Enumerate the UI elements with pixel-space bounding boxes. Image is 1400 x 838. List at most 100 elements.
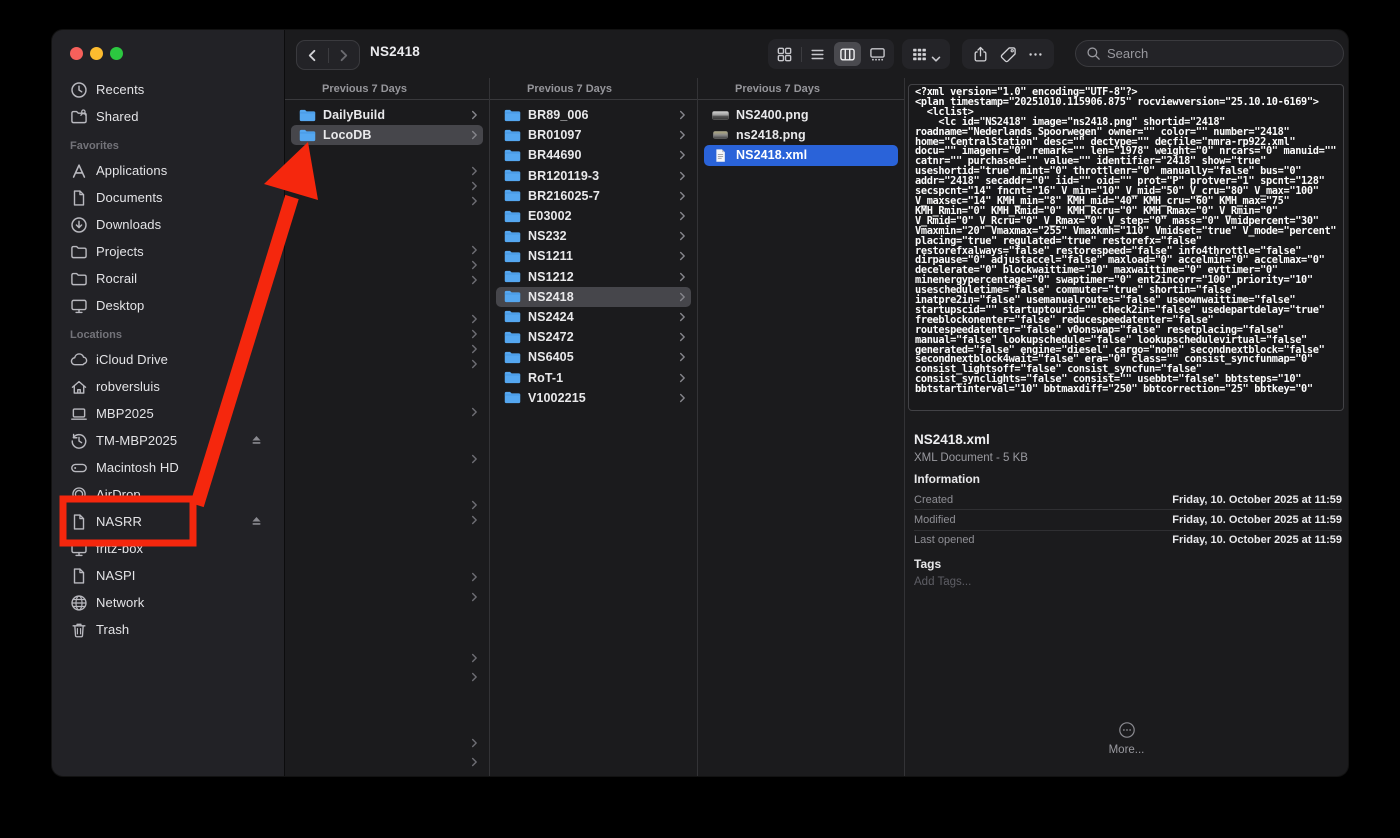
column-1-list: DailyBuildLocoDB: [285, 100, 489, 145]
column-1: Previous 7 Days DailyBuildLocoDB: [285, 78, 490, 776]
chevron-icon: [679, 373, 686, 383]
chevron-icon: [679, 130, 686, 140]
sidebar-item-network[interactable]: Network: [62, 589, 276, 616]
sidebar-item-downloads[interactable]: Downloads: [62, 211, 276, 238]
chevron-down-icon: [931, 50, 941, 58]
file-row-ns2418-xml[interactable]: NS2418.xml: [704, 145, 898, 165]
view-mode-list[interactable]: [804, 42, 831, 66]
item-label: BR120119-3: [528, 169, 599, 183]
sidebar-item-trash[interactable]: Trash: [62, 616, 276, 643]
folder-row-ns232[interactable]: NS232: [496, 226, 691, 246]
column-3-list: NS2400.png ns2418.png NS2418.xml: [698, 100, 904, 166]
folder-blue-icon: [504, 350, 521, 365]
folder-row-rot-1[interactable]: RoT-1: [496, 367, 691, 387]
ghost-chevron-icon: [471, 500, 478, 510]
sidebar-item-tm-mbp2025[interactable]: TM-MBP2025: [62, 427, 276, 454]
tag-icon[interactable]: [1000, 46, 1017, 63]
sidebar-item-label: Downloads: [96, 217, 161, 232]
column-2: Previous 7 Days BR89_006BR01097BR44690BR…: [490, 78, 698, 776]
xml-preview-text: <?xml version="1.0" encoding="UTF-8"?> <…: [915, 88, 1337, 395]
document-icon: [70, 189, 88, 207]
sidebar-item-icloud-drive[interactable]: iCloud Drive: [62, 346, 276, 373]
minimize-button[interactable]: [90, 47, 103, 60]
folder-row-br44690[interactable]: BR44690: [496, 145, 691, 165]
share-icon[interactable]: [972, 46, 989, 63]
view-mode-gallery[interactable]: [864, 42, 891, 66]
folder-row-locodb[interactable]: LocoDB: [291, 125, 483, 145]
sidebar-item-shared[interactable]: Shared: [62, 103, 276, 130]
folder-row-v1002215[interactable]: V1002215: [496, 388, 691, 408]
folder-row-ns2424[interactable]: NS2424: [496, 307, 691, 327]
file-row-ns2400-png[interactable]: NS2400.png: [704, 105, 898, 125]
image-thumb-icon: [712, 108, 729, 123]
item-label: NS2400.png: [736, 108, 809, 122]
sidebar-item-label: NASPI: [96, 568, 136, 583]
ghost-chevron-icon: [471, 672, 478, 682]
view-group-divider: [801, 47, 802, 62]
sidebar-item-macintosh-hd[interactable]: Macintosh HD: [62, 454, 276, 481]
folder-blue-icon: [504, 269, 521, 284]
search-input[interactable]: Search: [1075, 40, 1344, 67]
folder-row-br216025-7[interactable]: BR216025-7: [496, 186, 691, 206]
sidebar-item-robversluis[interactable]: robversluis: [62, 373, 276, 400]
folder-row-e03002[interactable]: E03002: [496, 206, 691, 226]
folder-row-ns1211[interactable]: NS1211: [496, 246, 691, 266]
sidebar-item-nasrr[interactable]: NASRR: [62, 508, 276, 535]
file-preview-thumbnail[interactable]: <?xml version="1.0" encoding="UTF-8"?> <…: [908, 84, 1344, 411]
sidebar-item-applications[interactable]: Applications: [62, 157, 276, 184]
zoom-button[interactable]: [110, 47, 123, 60]
folder-row-ns6405[interactable]: NS6405: [496, 347, 691, 367]
sidebar-item-fritz-box[interactable]: fritz-box: [62, 535, 276, 562]
chevron-icon: [679, 110, 686, 120]
sidebar-item-label: MBP2025: [96, 406, 154, 421]
add-tags-field[interactable]: Add Tags...: [914, 576, 971, 588]
info-label: Created: [914, 494, 953, 506]
sidebar-item-rocrail[interactable]: Rocrail: [62, 265, 276, 292]
item-label: BR44690: [528, 148, 582, 162]
chevron-icon: [471, 110, 478, 120]
sidebar-item-projects[interactable]: Projects: [62, 238, 276, 265]
image-thumbnail: [712, 111, 729, 120]
home-icon: [70, 378, 88, 396]
ghost-chevron-icon: [471, 359, 478, 369]
folder-row-dailybuild[interactable]: DailyBuild: [291, 105, 483, 125]
sidebar-item-mbp2025[interactable]: MBP2025: [62, 400, 276, 427]
view-switcher: [768, 39, 894, 69]
more-info-button[interactable]: More...: [905, 721, 1348, 756]
folder-row-br120119-3[interactable]: BR120119-3: [496, 166, 691, 186]
view-mode-grid[interactable]: [771, 42, 798, 66]
sidebar-section-label: Favorites: [70, 140, 276, 153]
group-by-button[interactable]: [902, 39, 950, 69]
sidebar-item-desktop[interactable]: Desktop: [62, 292, 276, 319]
time-machine-icon: [70, 432, 88, 450]
back-button[interactable]: [304, 47, 321, 64]
eject-icon[interactable]: [249, 433, 264, 448]
info-value: Friday, 10. October 2025 at 11:59: [1172, 514, 1342, 526]
close-button[interactable]: [70, 47, 83, 60]
chevron-icon: [679, 272, 686, 282]
eject-icon[interactable]: [249, 514, 264, 529]
sidebar-item-airdrop[interactable]: AirDrop: [62, 481, 276, 508]
chevron-icon: [679, 150, 686, 160]
image-thumb-2-icon: [712, 128, 729, 143]
sidebar-item-documents[interactable]: Documents: [62, 184, 276, 211]
sidebar-item-label: Documents: [96, 190, 163, 205]
item-label: V1002215: [528, 391, 586, 405]
folder-row-ns1212[interactable]: NS1212: [496, 267, 691, 287]
chevron-icon: [679, 251, 686, 261]
folder-row-br01097[interactable]: BR01097: [496, 125, 691, 145]
sidebar-item-label: AirDrop: [96, 487, 141, 502]
folder-row-ns2472[interactable]: NS2472: [496, 327, 691, 347]
forward-button[interactable]: [335, 47, 352, 64]
sidebar-item-label: Trash: [96, 622, 129, 637]
file-row-ns2418-png[interactable]: ns2418.png: [704, 125, 898, 145]
view-mode-columns[interactable]: [834, 42, 861, 66]
folder-row-ns2418[interactable]: NS2418: [496, 287, 691, 307]
display-icon: [70, 540, 88, 558]
sidebar-item-recents[interactable]: Recents: [62, 76, 276, 103]
folder-row-br89-006[interactable]: BR89_006: [496, 105, 691, 125]
sidebar-item-naspi[interactable]: NASPI: [62, 562, 276, 589]
ghost-chevron-icon: [471, 260, 478, 270]
more-actions-icon[interactable]: [1027, 46, 1044, 63]
item-label: ns2418.png: [736, 128, 806, 142]
